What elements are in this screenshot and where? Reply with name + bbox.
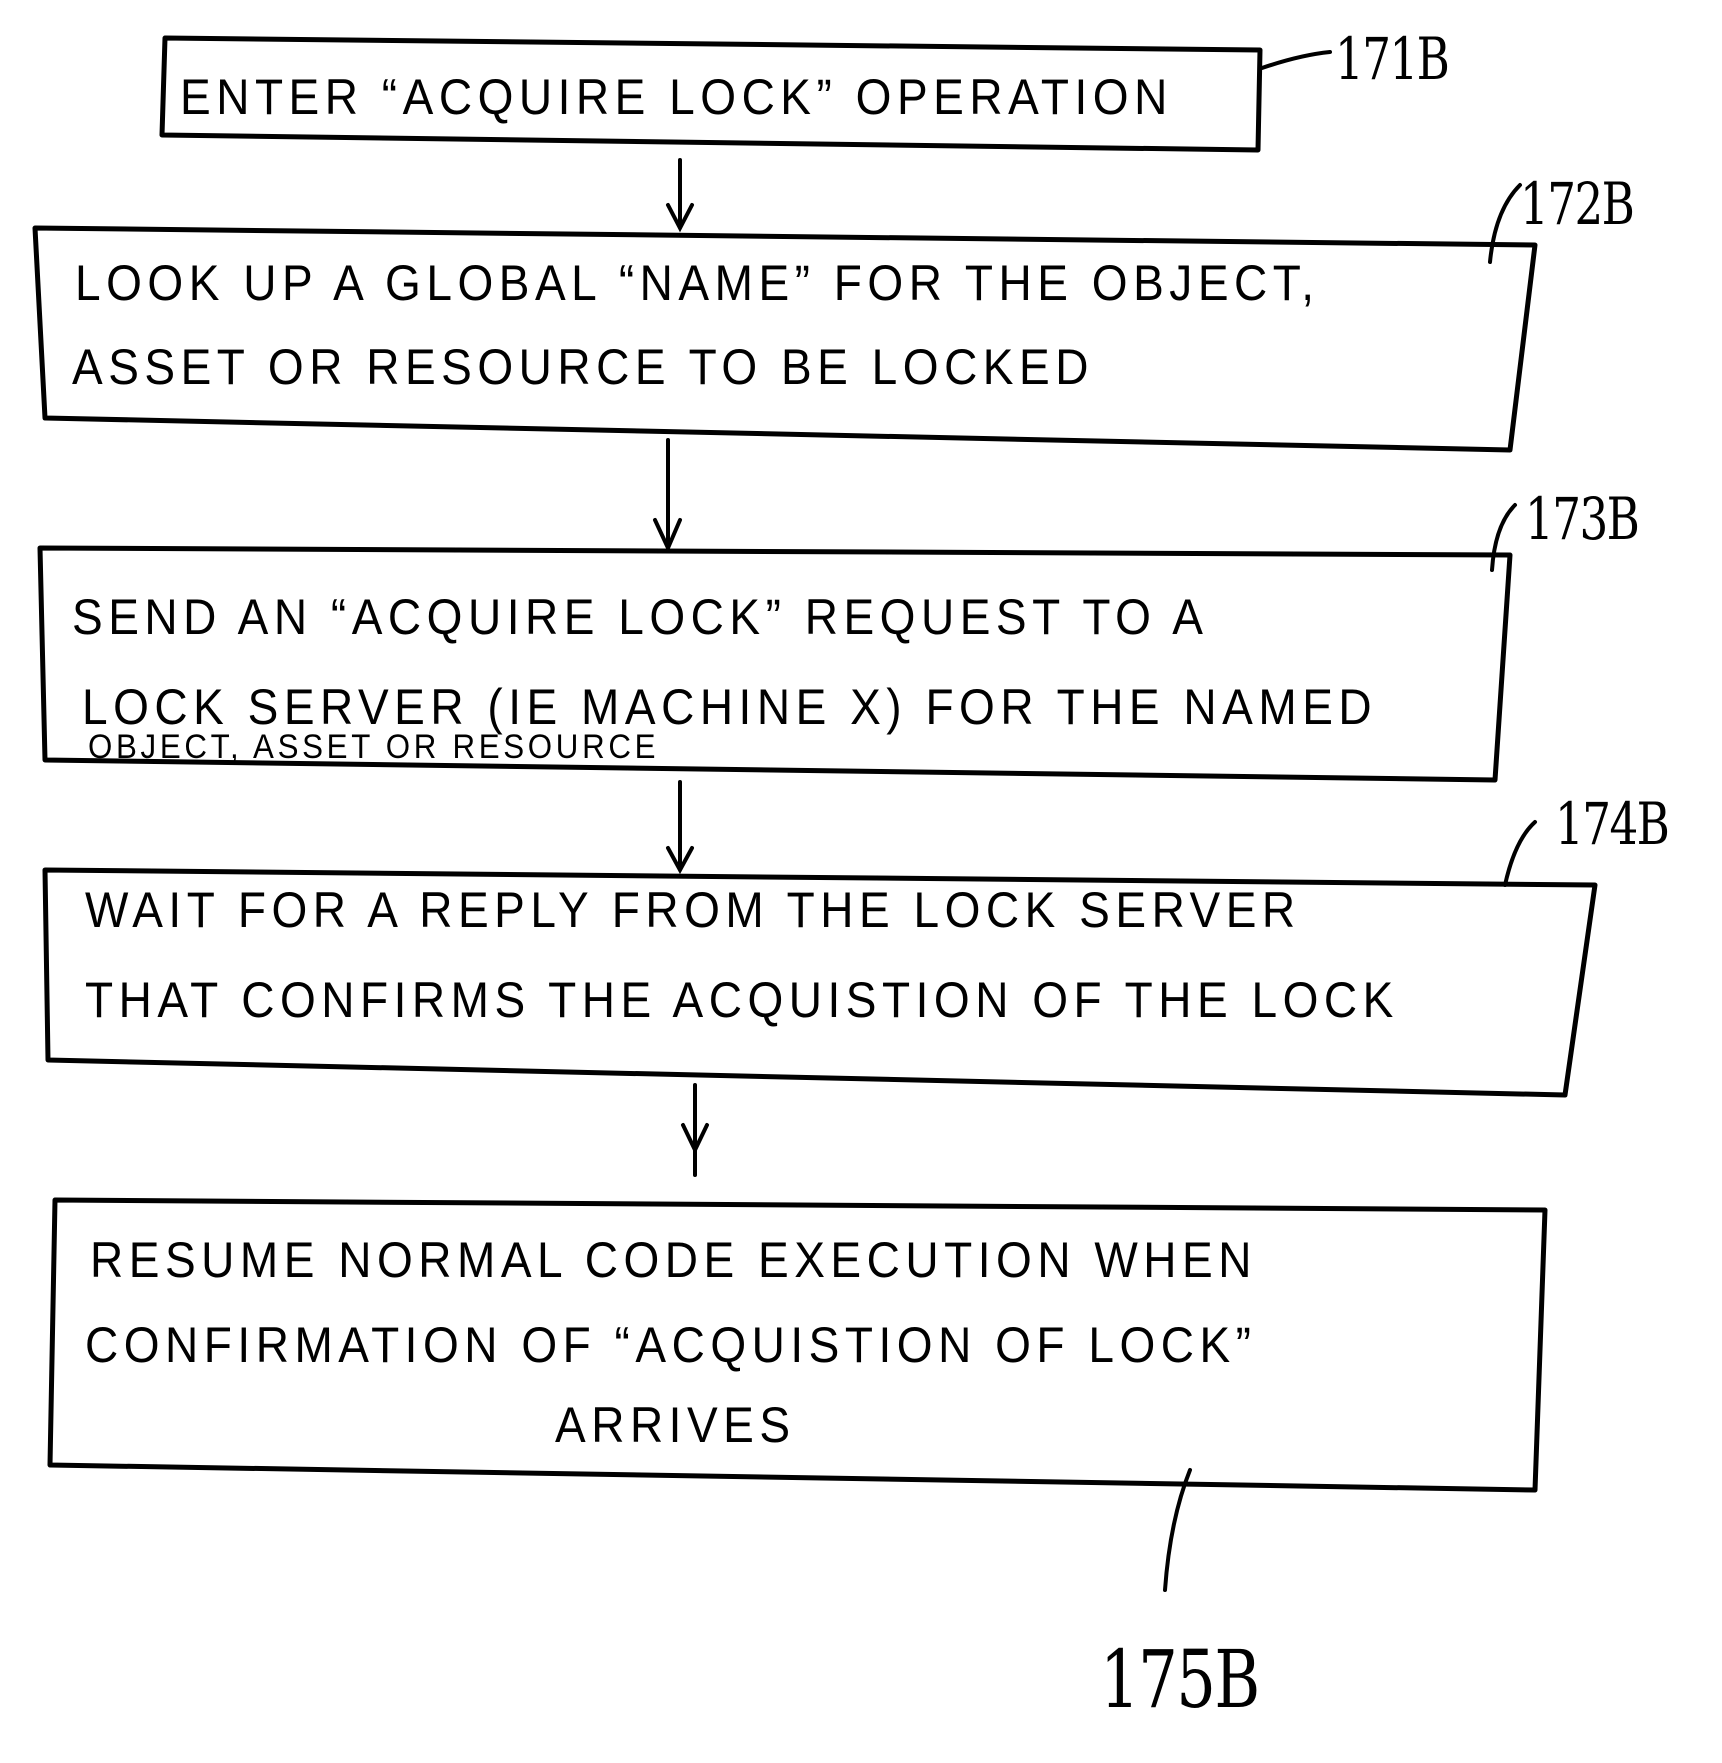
- step-174b-line-2: THAT CONFIRMS THE ACQUISTION OF THE LOCK: [85, 972, 1399, 1028]
- leader-174b: [1503, 820, 1537, 887]
- step-175b-line-2: CONFIRMATION OF “ACQUISTION OF LOCK”: [85, 1317, 1257, 1373]
- ref-label-174b: 174B: [1555, 790, 1670, 858]
- leader-175b: [1163, 1468, 1192, 1592]
- step-173b-line-3: OBJECT, ASSET OR RESOURCE: [88, 728, 660, 766]
- step-173b-line-2: LOCK SERVER (IE MACHINE X) FOR THE NAMED: [82, 679, 1378, 735]
- leader-172b: [1488, 183, 1522, 264]
- ref-label-175b: 175B: [1100, 1633, 1260, 1726]
- step-175b-line-1: RESUME NORMAL CODE EXECUTION WHEN: [90, 1232, 1257, 1288]
- arrow-172b-173b: [653, 438, 682, 553]
- leader-171b: [1260, 50, 1332, 70]
- arrow-173b-174b: [666, 780, 694, 875]
- step-175b-line-3: ARRIVES: [555, 1397, 796, 1453]
- step-171b-text: ENTER “ACQUIRE LOCK” OPERATION: [180, 69, 1173, 125]
- arrow-174b-175b: [681, 1083, 709, 1177]
- ref-label-172b: 172B: [1520, 170, 1635, 238]
- arrow-171b-172b: [666, 158, 694, 233]
- step-174b-line-1: WAIT FOR A REPLY FROM THE LOCK SERVER: [85, 882, 1301, 938]
- ref-label-171b: 171B: [1335, 25, 1450, 93]
- step-173b-line-1: SEND AN “ACQUIRE LOCK” REQUEST TO A: [72, 589, 1209, 645]
- ref-label-173b: 173B: [1525, 485, 1640, 553]
- step-172b-line-2: ASSET OR RESOURCE TO BE LOCKED: [72, 339, 1094, 395]
- step-172b-line-1: LOOK UP A GLOBAL “NAME” FOR THE OBJECT,: [75, 255, 1320, 311]
